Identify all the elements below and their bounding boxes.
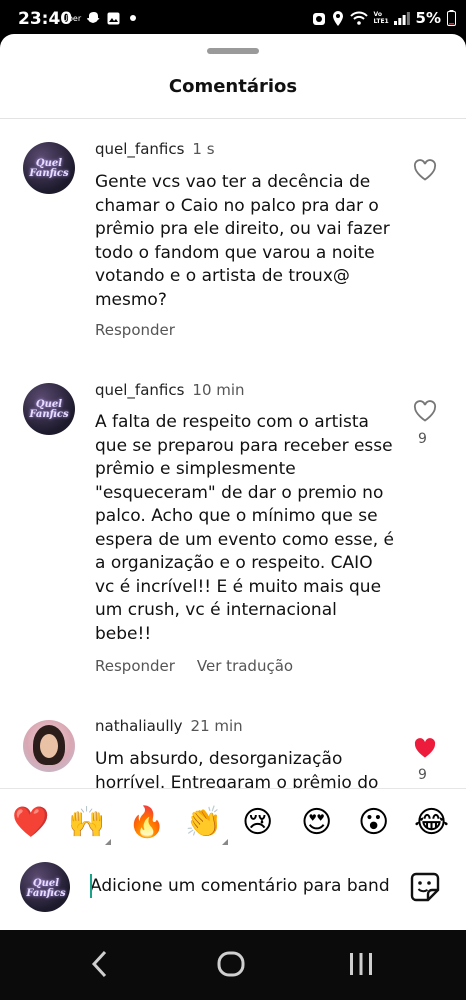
signal-icon [393, 11, 410, 25]
reply-button[interactable]: Responder [95, 657, 175, 675]
red-heart-icon[interactable]: ❤️ [12, 805, 49, 841]
sheet-title: Comentários [168, 76, 298, 97]
volte-label: Vo LTE1 [373, 11, 389, 25]
comment-text: A falta de respeito com o artista que se… [95, 412, 395, 644]
comment-username[interactable]: nathaliaully 21 min [95, 717, 243, 735]
system-nav-bar [0, 930, 466, 1000]
comment-time: 21 min [190, 717, 243, 735]
crying-face-icon[interactable]: 😢 [242, 805, 273, 841]
comment-username[interactable]: quel_fanfics 1 s [95, 140, 215, 158]
comment-username[interactable]: quel_fanfics 10 min [95, 381, 245, 399]
like-count: 9 [418, 431, 427, 447]
comment-actions: Responder Ver tradução [95, 657, 293, 675]
avatar-text: Quel Fanfics [26, 878, 66, 899]
dot-icon [130, 15, 137, 21]
emoji-reaction-bar: ❤️ 🙌 🔥 👏 😢 😍 😮 😂 [0, 788, 466, 859]
uber-app-icon: Uber [62, 13, 82, 23]
like-count: 9 [418, 767, 427, 783]
battery-percent: 5% [415, 9, 441, 27]
avatar-text: Quel Fanfics [29, 158, 69, 179]
title-divider [0, 118, 466, 119]
avatar[interactable]: Quel Fanfics [23, 383, 75, 435]
user-avatar: Quel Fanfics [20, 862, 70, 912]
expand-indicator-icon [222, 839, 229, 845]
avatar[interactable] [23, 720, 75, 772]
status-bar: 23:40 Uber Vo LTE1 5% [0, 0, 466, 36]
text-caret [90, 874, 92, 898]
heart-outline-icon[interactable] [413, 400, 437, 422]
reply-button[interactable]: Responder [95, 321, 175, 339]
back-icon[interactable] [90, 948, 110, 980]
battery-icon [447, 10, 456, 26]
heart-filled-icon[interactable] [413, 737, 437, 759]
avatar[interactable]: Quel Fanfics [23, 142, 75, 194]
alarm-icon [312, 12, 325, 25]
tears-of-joy-face-icon[interactable]: 😂 [414, 805, 449, 841]
fire-icon[interactable]: 🔥 [128, 805, 165, 841]
drag-handle[interactable] [207, 48, 259, 54]
wifi-icon [349, 11, 368, 25]
gallery-icon [107, 12, 120, 24]
comment-time: 1 s [192, 140, 215, 158]
avatar-text: Quel Fanfics [29, 399, 69, 420]
clapping-hands-icon[interactable]: 👏 [185, 805, 229, 845]
heart-outline-icon[interactable] [413, 159, 437, 181]
heart-eyes-face-icon[interactable]: 😍 [301, 805, 332, 841]
system-icons: Vo LTE1 5% [312, 9, 456, 27]
home-icon[interactable] [217, 948, 245, 980]
comment-time: 10 min [192, 381, 245, 399]
comment-input[interactable]: Adicione um comentário para band [90, 876, 390, 902]
surprised-face-icon[interactable]: 😮 [358, 805, 389, 841]
translate-button[interactable]: Ver tradução [197, 657, 293, 675]
raising-hands-icon[interactable]: 🙌 [68, 805, 112, 845]
recent-apps-icon[interactable] [348, 948, 374, 980]
location-icon [332, 10, 343, 26]
comment-text: Gente vcs vao ter a decência de chamar o… [95, 172, 390, 310]
comment-actions: Responder [95, 321, 175, 339]
sticker-icon[interactable] [408, 870, 442, 904]
expand-indicator-icon [105, 839, 112, 845]
comment-input-row: Quel Fanfics Adicione um comentário para… [0, 858, 466, 930]
snapchat-icon [87, 12, 100, 23]
notification-icons: Uber [62, 11, 137, 25]
